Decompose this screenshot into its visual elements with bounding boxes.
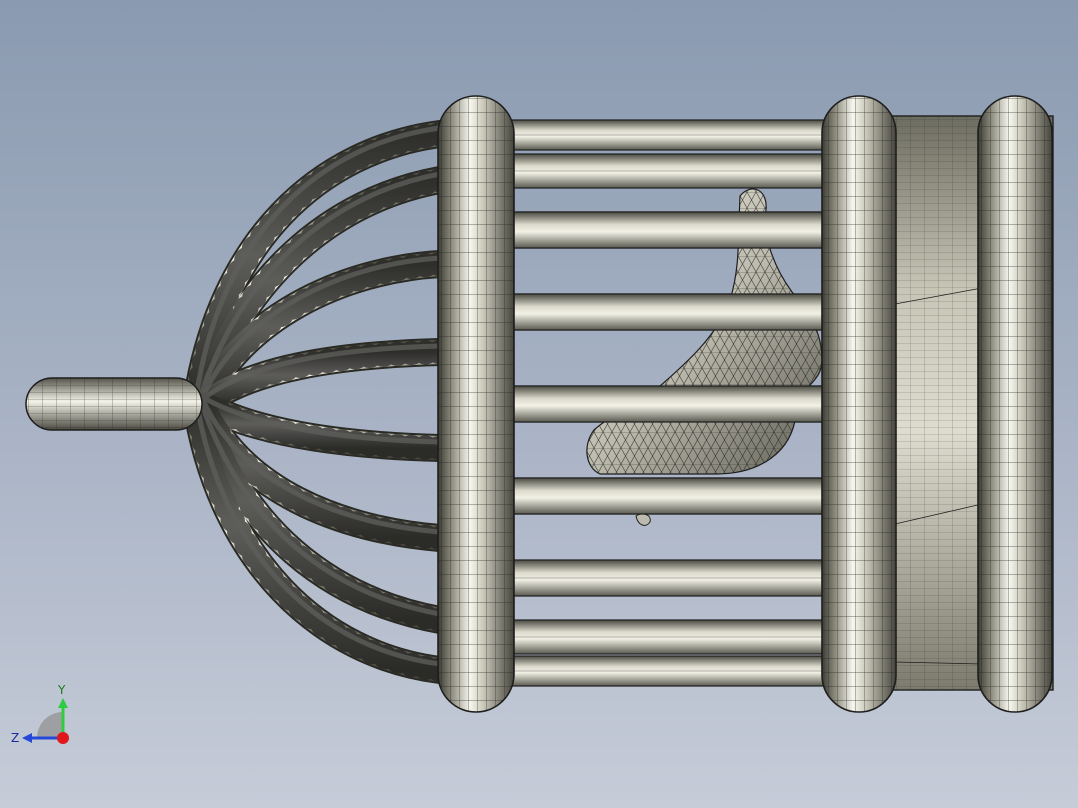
view-triad[interactable]: Y Z <box>10 684 80 754</box>
ring-left[interactable] <box>437 95 515 713</box>
dome-ribs[interactable] <box>182 120 454 684</box>
hook-knob[interactable] <box>25 377 203 431</box>
birdcage-model[interactable] <box>0 0 1078 808</box>
cad-viewport[interactable]: Y Z <box>0 0 1078 808</box>
ring-right[interactable] <box>977 95 1053 713</box>
z-axis-arrow-icon <box>22 733 32 743</box>
ring-middle[interactable] <box>821 95 897 713</box>
y-axis-label: Y <box>57 684 66 697</box>
y-axis-arrow-icon <box>58 698 68 708</box>
x-axis-dot-icon <box>57 732 69 744</box>
z-axis-label: Z <box>11 731 19 745</box>
